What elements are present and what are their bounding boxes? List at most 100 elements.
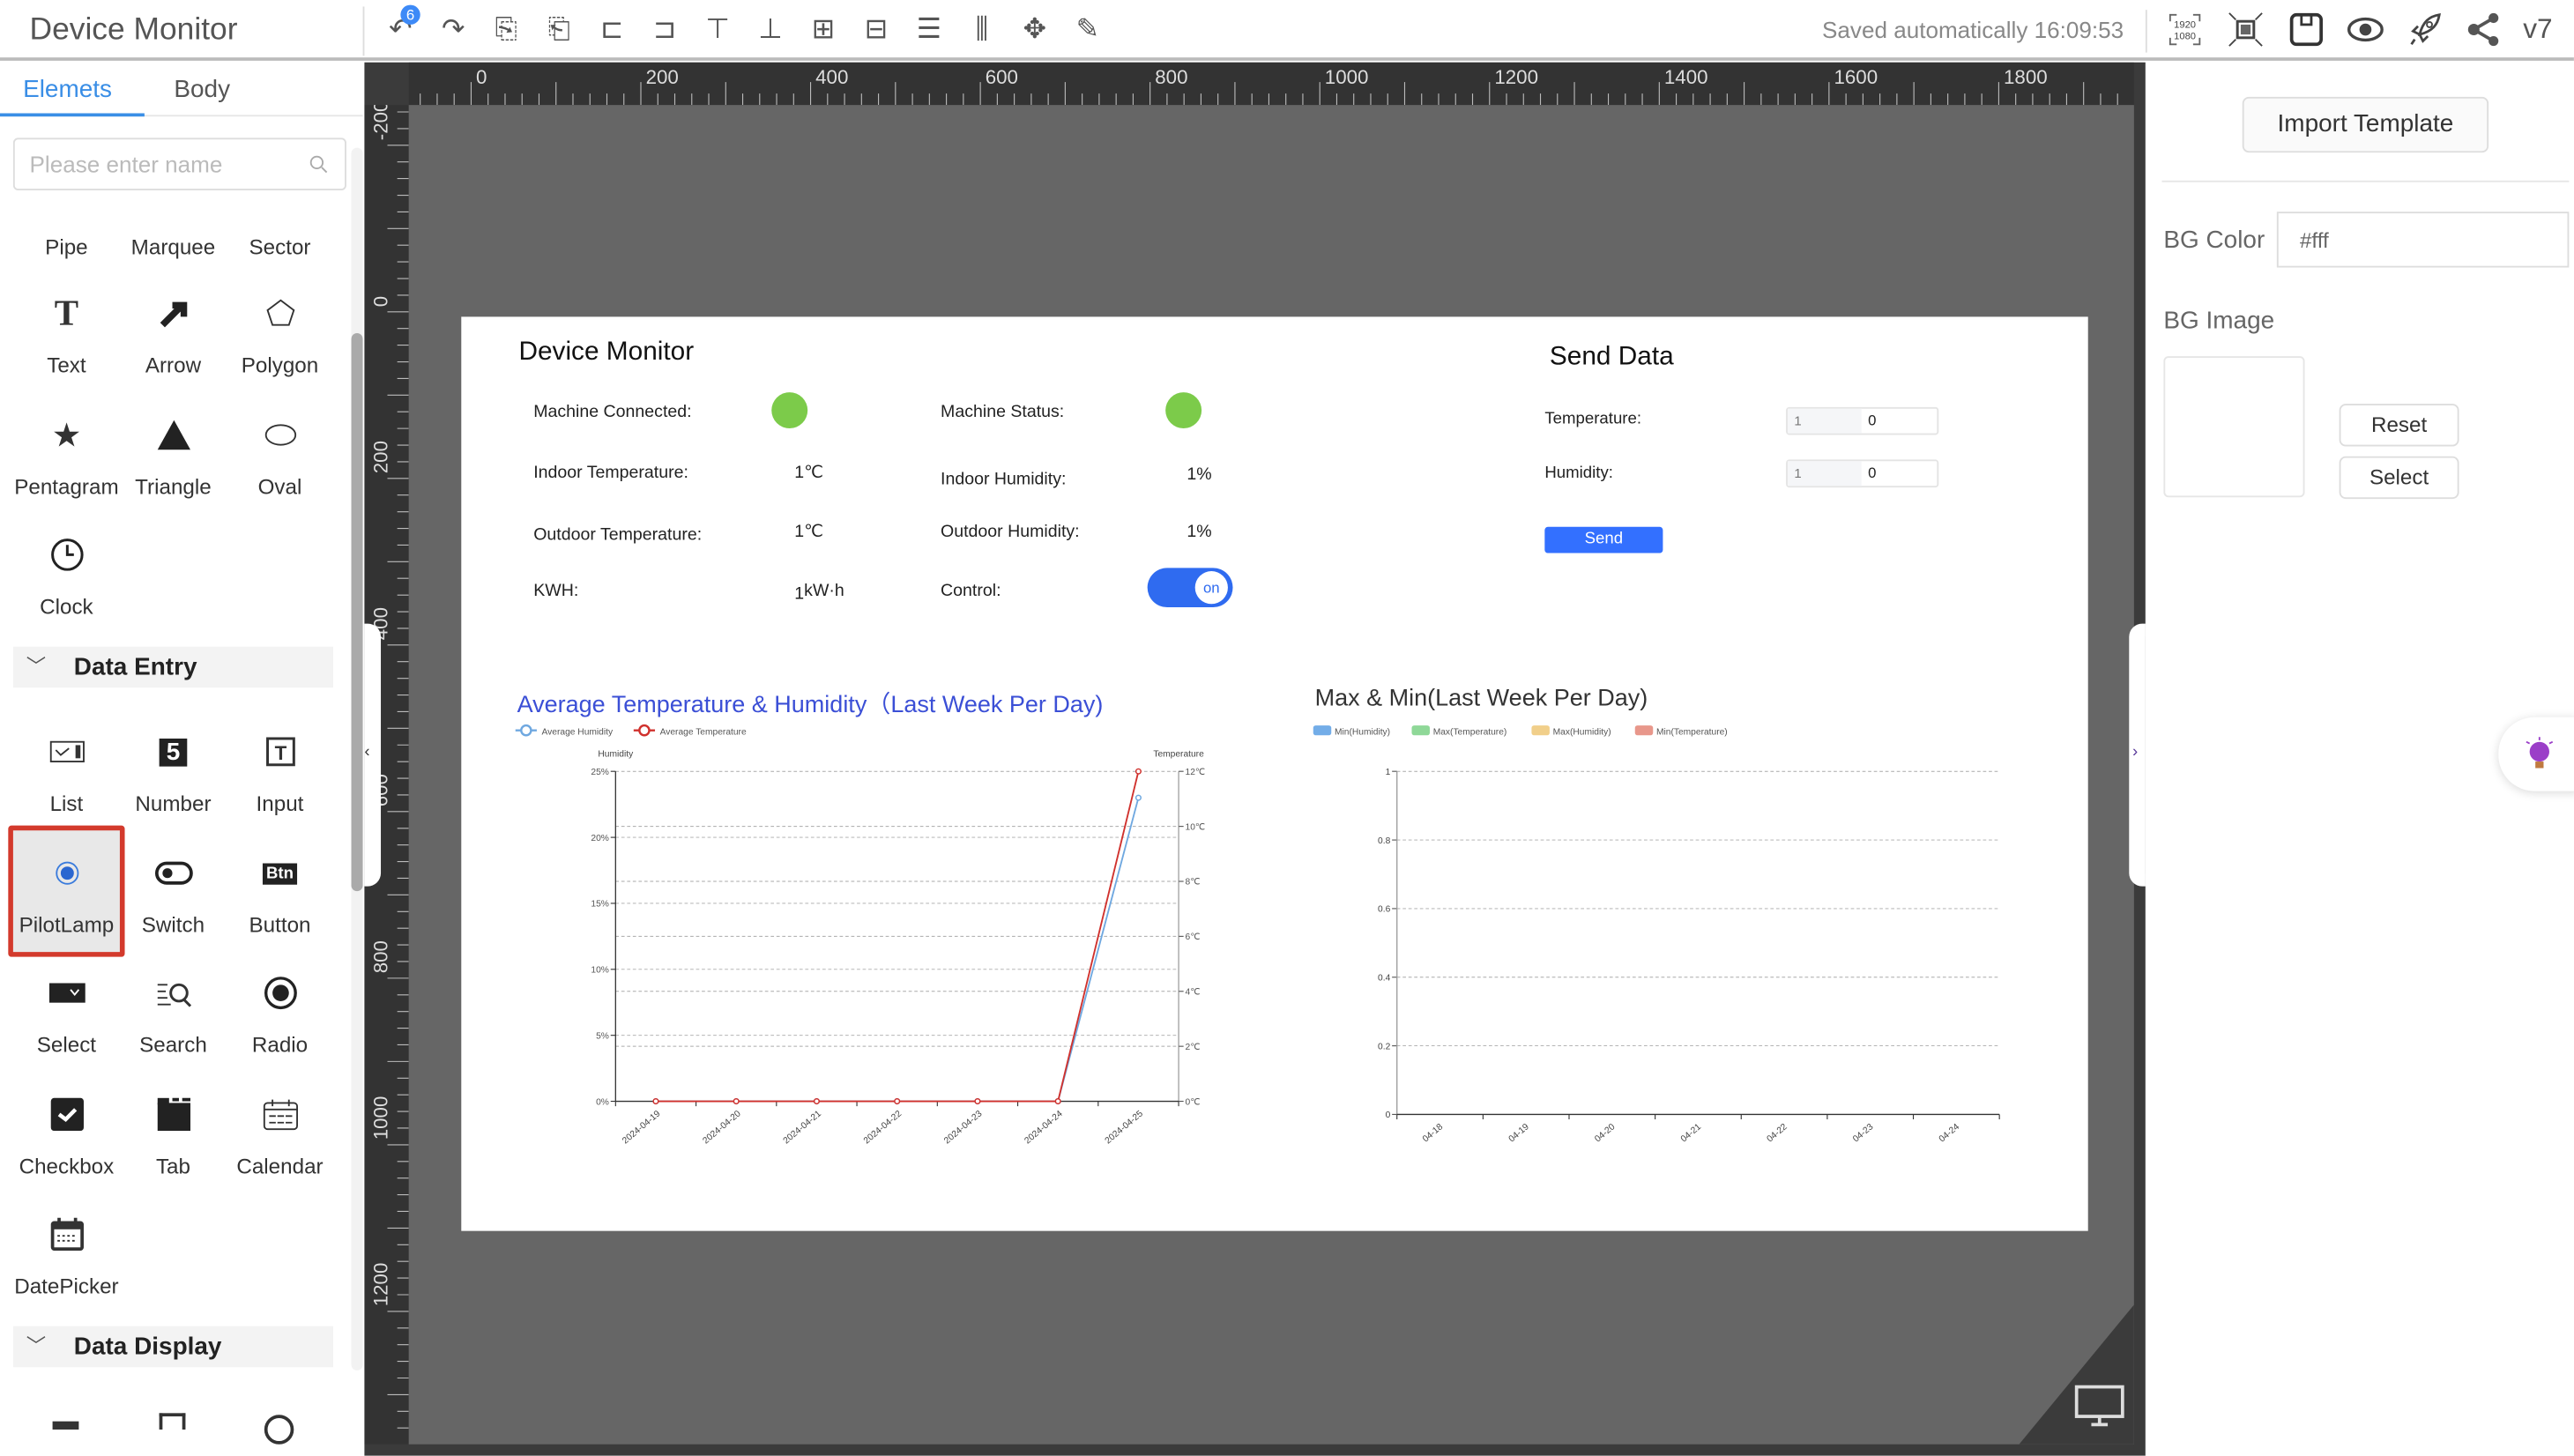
tab-elements[interactable]: Elemets — [23, 76, 112, 104]
x-tick-label: 2024-04-19 — [621, 1109, 662, 1146]
bg-image-preview[interactable] — [2163, 356, 2305, 498]
checkbox-icon — [13, 1095, 120, 1134]
align-left-icon[interactable]: ⊏ — [594, 11, 630, 48]
unit: kW·h — [804, 581, 844, 601]
palette-item-label: Calendar — [236, 1154, 324, 1179]
align-center-vertical-icon[interactable]: ⊟ — [859, 11, 895, 48]
sidebar-scrollbar-thumb[interactable] — [351, 333, 363, 892]
align-bottom-icon[interactable]: ⊥ — [753, 11, 789, 48]
align-right-icon[interactable]: ⊐ — [647, 11, 683, 48]
palette-item-label: Pentagram — [14, 474, 119, 500]
fit-screen-icon[interactable] — [2228, 11, 2264, 48]
indoor-humidity-label: Indoor Humidity: — [941, 469, 1067, 489]
triangle-icon — [120, 415, 227, 455]
tab-body[interactable]: Body — [174, 76, 230, 104]
monitor-title: Device Monitor — [518, 338, 695, 367]
chevron-down-icon: ﹀ — [26, 655, 47, 679]
temperature-input[interactable]: 10 — [1786, 406, 1939, 435]
palette-item-pentagram[interactable]: ★ Pentagram — [13, 415, 120, 499]
palette-item-marquee[interactable]: Marquee — [120, 234, 227, 259]
version-label[interactable]: v7 — [2523, 13, 2552, 46]
align-center-horizontal-icon[interactable]: ⊞ — [806, 11, 842, 48]
palette-item-radio[interactable]: Radio — [227, 973, 333, 1057]
reset-button[interactable]: Reset — [2339, 404, 2459, 447]
machine-status-lamp — [1165, 392, 1202, 429]
ruler-label: 1000 — [369, 1096, 391, 1140]
palette-item-input[interactable]: T Input — [227, 732, 333, 816]
palette-item-label: Button — [249, 912, 311, 938]
gauge-icon[interactable] — [264, 1415, 294, 1445]
resolution-icon[interactable]: 1920 1080 — [2167, 11, 2203, 48]
select-image-button[interactable]: Select — [2339, 456, 2459, 500]
palette-item-arrow[interactable]: Arrow — [120, 293, 227, 377]
copy-icon[interactable]: ⎘ — [488, 11, 524, 48]
palette-item-clock[interactable]: Clock — [13, 535, 120, 619]
import-template-button[interactable]: Import Template — [2242, 96, 2489, 153]
y-tick-label: 0.2 — [1378, 1042, 1391, 1051]
ruler-label: 200 — [646, 66, 679, 88]
paste-icon[interactable]: ⎗ — [541, 11, 577, 48]
send-temperature-label: Temperature: — [1544, 410, 1642, 429]
x-tick-label: 2024-04-25 — [1104, 1109, 1145, 1146]
element-search-input[interactable]: Please enter name — [12, 137, 346, 191]
humidity-input[interactable]: 10 — [1786, 459, 1939, 488]
send-button[interactable]: Send — [1544, 526, 1663, 553]
palette-item-checkbox[interactable]: Checkbox — [13, 1095, 120, 1178]
group-data-entry[interactable]: ﹀ Data Entry — [12, 646, 334, 688]
palette-item-number[interactable]: 5 Number — [120, 732, 227, 816]
humidity-prefix: 1 — [1787, 461, 1862, 487]
legend-swatch — [1531, 725, 1550, 736]
redo-icon[interactable]: ↷ — [435, 11, 472, 48]
data-point — [1134, 794, 1142, 801]
radio-icon — [227, 973, 333, 1013]
align-top-icon[interactable]: ⊤ — [700, 11, 736, 48]
avg-line-chart[interactable]: Average Humidity Average Temperature Humid… — [493, 717, 1248, 1161]
send-humidity-label: Humidity: — [1544, 464, 1613, 483]
legend-item: Min(Temperature) — [1634, 725, 1728, 737]
save-icon[interactable] — [2288, 11, 2325, 48]
search-placeholder: Please enter name — [29, 151, 223, 178]
palette-item-polygon[interactable]: Polygon — [227, 293, 333, 377]
palette-item-list[interactable]: List — [13, 732, 120, 816]
y-tick-label-right: 10℃ — [1186, 822, 1206, 832]
maxmin-bar-chart[interactable]: Min(Humidity) Max(Temperature) Max(Humidit… — [1297, 717, 2035, 1161]
distribute-vertical-icon[interactable]: ☰ — [911, 11, 948, 48]
data-point — [652, 1097, 659, 1105]
palette-item-triangle[interactable]: Triangle — [120, 415, 227, 499]
x-tick-label: 04-21 — [1679, 1122, 1703, 1144]
palette-item-switch[interactable]: Switch — [120, 853, 227, 937]
indoor-humidity-value: 1% — [1187, 464, 1212, 485]
ai-assistant-button[interactable] — [2498, 717, 2574, 791]
legend-item: Average Humidity — [515, 724, 614, 737]
calendar-icon — [227, 1095, 333, 1134]
group-data-display[interactable]: ﹀ Data Display — [12, 1326, 334, 1368]
palette-item-datepicker[interactable]: DatePicker — [13, 1215, 120, 1298]
distribute-horizontal-icon[interactable]: ⫼ — [963, 11, 1000, 48]
palette-item-sector[interactable]: Sector — [227, 234, 333, 259]
control-switch[interactable]: on — [1147, 568, 1233, 608]
preview-icon[interactable] — [2347, 11, 2384, 48]
edit-icon[interactable]: ✎ — [1069, 11, 1105, 48]
palette-item-button[interactable]: Btn Button — [227, 853, 333, 937]
bg-color-input[interactable]: #fff — [2276, 212, 2570, 268]
palette-item-calendar[interactable]: Calendar — [227, 1095, 333, 1178]
collapse-right-panel-button[interactable]: › — [2129, 623, 2146, 887]
x-tick-label: 04-19 — [1507, 1122, 1531, 1144]
palette-item-label: DatePicker — [14, 1274, 119, 1299]
app: Device Monitor ↶ ↷ ⎘ ⎗ ⊏ ⊐ ⊤ ⊥ ⊞ ⊟ ☰ ⫼ ✥ ✎ 6 Saved au… — [0, 0, 2574, 1456]
palette-item-text[interactable]: T Text — [13, 292, 120, 377]
palette-item-oval[interactable]: Oval — [227, 415, 333, 499]
palette-item-pilotlamp[interactable]: PilotLamp — [13, 853, 120, 937]
palette-item-search[interactable]: Search — [120, 973, 227, 1057]
data-display-item-icon[interactable] — [159, 1413, 186, 1430]
palette-item-pipe[interactable]: Pipe — [13, 234, 120, 259]
palette-item-select[interactable]: Select — [13, 973, 120, 1057]
collapse-left-panel-button[interactable]: ‹ — [364, 623, 382, 887]
move-icon[interactable]: ✥ — [1016, 11, 1053, 48]
maxmin-chart-title: Max & Min(Last Week Per Day) — [1314, 686, 1648, 713]
data-display-item-icon[interactable] — [52, 1421, 79, 1430]
publish-rocket-icon[interactable] — [2407, 11, 2443, 48]
share-icon[interactable] — [2466, 11, 2502, 48]
palette-item-tab[interactable]: Tab — [120, 1095, 227, 1178]
horizontal-ruler[interactable]: 0 200 400 600 800 1000 1200 1400 1600 1800 — [408, 62, 2134, 106]
